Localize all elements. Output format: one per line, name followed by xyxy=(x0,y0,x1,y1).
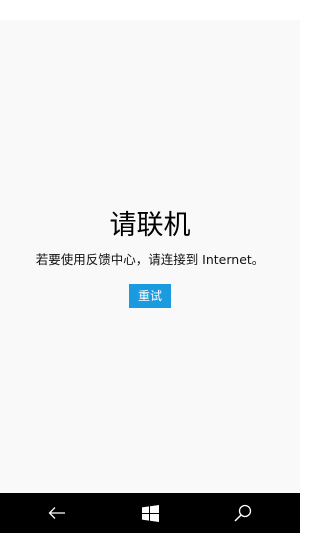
offline-message: 若要使用反馈中心，请连接到 Internet。 xyxy=(35,252,265,267)
status-bar xyxy=(0,0,300,20)
screen: 请联机 若要使用反馈中心，请连接到 Internet。 重试 xyxy=(0,0,300,533)
retry-button[interactable]: 重试 xyxy=(129,284,171,308)
windows-logo-icon xyxy=(141,504,159,522)
main-content: 请联机 若要使用反馈中心，请连接到 Internet。 重试 xyxy=(0,20,300,493)
navigation-bar xyxy=(0,493,300,533)
back-arrow-icon xyxy=(48,507,65,519)
page-title: 请联机 xyxy=(109,210,191,241)
search-icon xyxy=(234,504,252,522)
back-button[interactable] xyxy=(27,493,87,533)
search-button[interactable] xyxy=(213,493,273,533)
start-button[interactable] xyxy=(120,493,180,533)
